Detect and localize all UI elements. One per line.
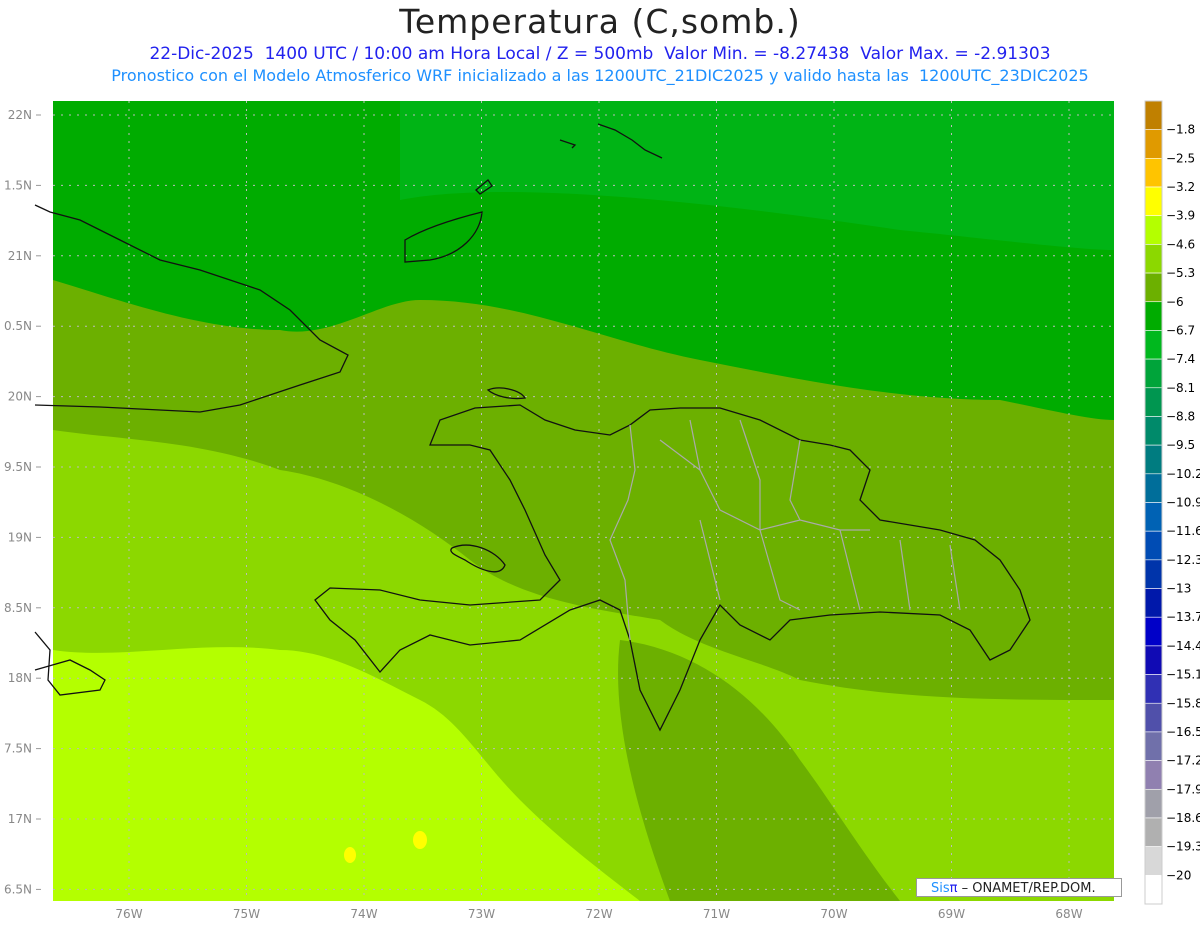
credit-org: – ONAMET/REP.DOM. bbox=[957, 881, 1096, 896]
colorbar-swatch bbox=[1144, 502, 1163, 532]
chart-title: Temperatura (C,somb.) bbox=[399, 2, 801, 41]
colorbar-label: −16.5 bbox=[1166, 725, 1200, 739]
colorbar-swatch bbox=[1144, 788, 1163, 819]
colorbar-label: −20 bbox=[1166, 868, 1191, 882]
colorbar-swatch bbox=[1144, 330, 1163, 360]
lon-tick-label: 69W bbox=[938, 907, 965, 921]
colorbar-swatch bbox=[1144, 817, 1163, 847]
colorbar-swatch bbox=[1144, 158, 1163, 188]
colorbar-label: −8.1 bbox=[1166, 381, 1195, 395]
colorbar-swatch bbox=[1144, 387, 1163, 417]
credit-sis: Sis bbox=[931, 881, 950, 896]
colorbar-swatch bbox=[1144, 760, 1163, 790]
colorbar-swatch bbox=[1144, 100, 1163, 130]
colorbar-label: −11.6 bbox=[1166, 524, 1200, 538]
colorbar-label: −4.6 bbox=[1166, 237, 1195, 251]
colorbar-swatch bbox=[1144, 358, 1163, 389]
credit-label: Sisπ – ONAMET/REP.DOM. bbox=[916, 878, 1122, 897]
colorbar-label: −14.4 bbox=[1166, 639, 1200, 653]
colorbar-swatch bbox=[1144, 215, 1163, 245]
lat-tick-label: 8.5N bbox=[4, 601, 32, 615]
colorbar-swatch bbox=[1144, 702, 1163, 733]
subtitle-valid-time: 22-Dic-2025 1400 UTC / 10:00 am Hora Loc… bbox=[149, 44, 1051, 64]
colorbar-swatch bbox=[1144, 530, 1163, 561]
lon-tick-label: 75W bbox=[233, 907, 260, 921]
colorbar-label: −15.8 bbox=[1166, 696, 1200, 710]
colorbar-label: −17.2 bbox=[1166, 754, 1200, 768]
lon-tick-label: 71W bbox=[703, 907, 730, 921]
colorbar-label: −1.8 bbox=[1166, 123, 1195, 137]
colorbar-swatch bbox=[1144, 588, 1163, 618]
colorbar-swatch bbox=[1144, 301, 1163, 331]
colorbar-label: −13.7 bbox=[1166, 610, 1200, 624]
colorbar-label: −15.1 bbox=[1166, 668, 1200, 682]
colorbar-swatch bbox=[1144, 645, 1163, 675]
field-patch-minus-3.9 bbox=[344, 847, 356, 863]
colorbar-label: −3.2 bbox=[1166, 180, 1195, 194]
temperature-map: 76W 75W 74W 73W 72W 71W 70W 69W 68W 22N 1.5N 21N 0.… bbox=[4, 100, 1200, 921]
colorbar-label: −10.2 bbox=[1166, 467, 1200, 481]
colorbar-swatch bbox=[1144, 473, 1163, 503]
lat-tick-label: 1.5N bbox=[4, 178, 32, 192]
lat-tick-label: 9.5N bbox=[4, 460, 32, 474]
colorbar-swatch bbox=[1144, 674, 1163, 704]
lat-tick-label: 7.5N bbox=[4, 742, 32, 756]
lat-tick-label: 20N bbox=[8, 390, 32, 404]
colorbar-label: −6.7 bbox=[1166, 323, 1195, 337]
colorbar-label: −6 bbox=[1166, 295, 1184, 309]
colorbar-swatch bbox=[1144, 559, 1163, 589]
colorbar-label: −9.5 bbox=[1166, 438, 1195, 452]
lon-tick-label: 68W bbox=[1055, 907, 1082, 921]
colorbar-label: −13 bbox=[1166, 582, 1191, 596]
colorbar-swatch bbox=[1144, 731, 1163, 761]
colorbar-swatch bbox=[1144, 616, 1163, 647]
colorbar-label: −12.3 bbox=[1166, 553, 1200, 567]
colorbar-label: −5.3 bbox=[1166, 266, 1195, 280]
longitude-axis: 76W 75W 74W 73W 72W 71W 70W 69W 68W bbox=[115, 907, 1082, 921]
lat-tick-label: 18N bbox=[8, 671, 32, 685]
colorbar-swatch bbox=[1144, 846, 1163, 876]
colorbar-swatch bbox=[1144, 186, 1163, 217]
lat-tick-label: 17N bbox=[8, 812, 32, 826]
colorbar-swatch bbox=[1144, 129, 1163, 159]
field-patch-minus-3.9 bbox=[413, 831, 427, 849]
colorbar-label: −10.9 bbox=[1166, 496, 1200, 510]
colorbar-swatch bbox=[1144, 244, 1163, 274]
colorbar-label: −17.9 bbox=[1166, 782, 1200, 796]
colorbar-swatch bbox=[1144, 272, 1163, 303]
colorbar-swatch bbox=[1144, 416, 1163, 446]
colorbar-label: −19.3 bbox=[1166, 840, 1200, 854]
lon-tick-label: 72W bbox=[585, 907, 612, 921]
lat-tick-label: 22N bbox=[8, 108, 32, 122]
latitude-axis: 22N 1.5N 21N 0.5N 20N 9.5N 19N 8.5N 18N 7.5N 17N 6.… bbox=[4, 108, 41, 896]
lat-tick-label: 0.5N bbox=[4, 319, 32, 333]
subtitle-model-info: Pronostico con el Modelo Atmosferico WRF… bbox=[111, 66, 1089, 85]
colorbar-label: −18.6 bbox=[1166, 811, 1200, 825]
colorbar-label: −2.5 bbox=[1166, 151, 1195, 165]
temperature-field bbox=[53, 101, 1114, 901]
colorbar-label: −8.8 bbox=[1166, 409, 1195, 423]
lat-tick-label: 6.5N bbox=[4, 882, 32, 896]
lat-tick-label: 21N bbox=[8, 249, 32, 263]
lon-tick-label: 70W bbox=[820, 907, 847, 921]
lon-tick-label: 74W bbox=[350, 907, 377, 921]
colorbar-swatch bbox=[1144, 875, 1163, 905]
lat-tick-label: 19N bbox=[8, 530, 32, 544]
colorbar-swatch bbox=[1144, 444, 1163, 475]
lon-tick-label: 76W bbox=[115, 907, 142, 921]
lon-tick-label: 73W bbox=[468, 907, 495, 921]
colorbar-label: −3.9 bbox=[1166, 209, 1195, 223]
colorbar: −1.8 −2.5 −3.2 −3.9 −4.6 −5.3 −6 −6.7 −7.4 −8.1 −8… bbox=[1144, 100, 1200, 905]
colorbar-label: −7.4 bbox=[1166, 352, 1195, 366]
